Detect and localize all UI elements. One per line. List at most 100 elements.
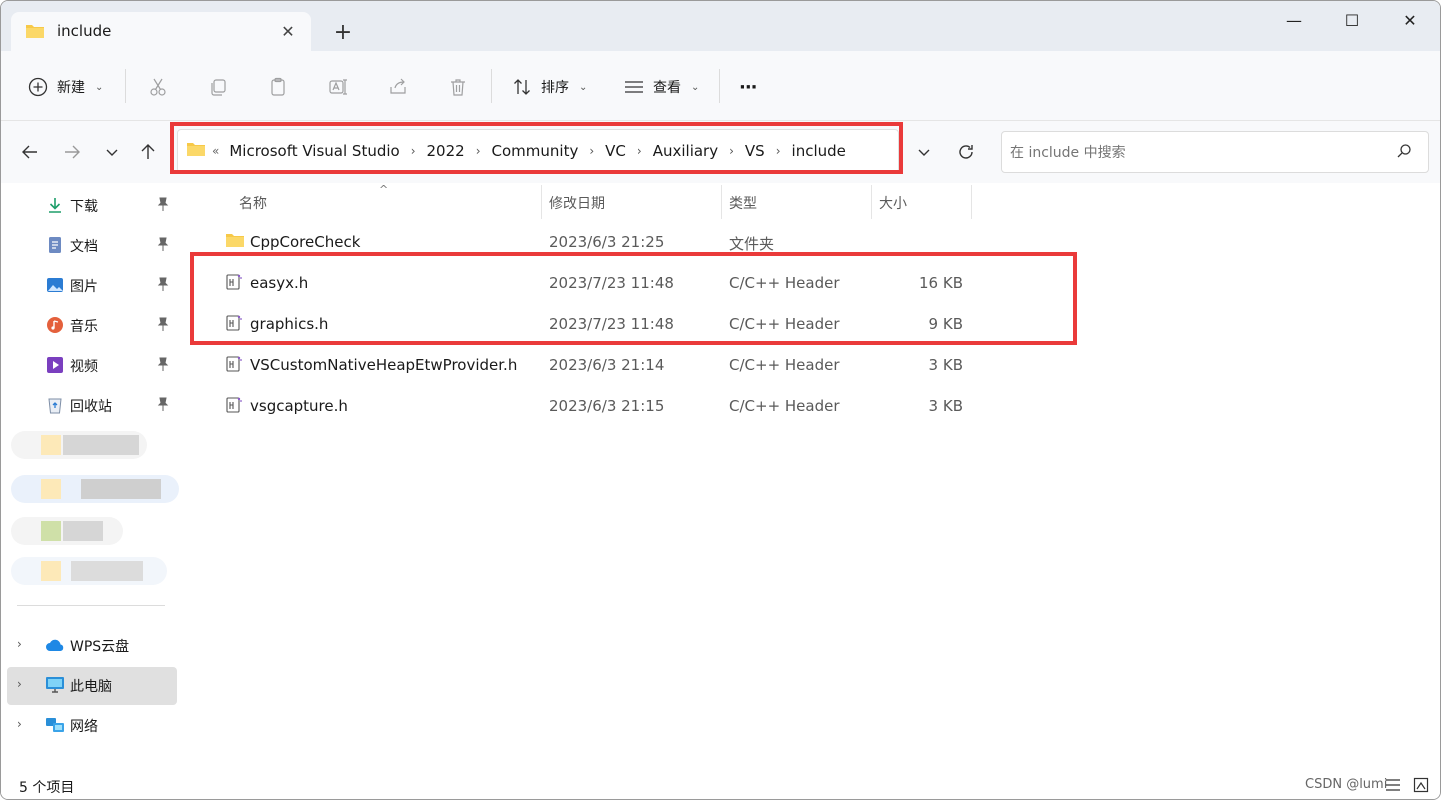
column-resize-handle[interactable] bbox=[971, 185, 972, 219]
chevron-right-icon[interactable]: › bbox=[776, 144, 781, 158]
sidebar-item-videos[interactable]: 视频 bbox=[1, 347, 177, 383]
sidebar-item-label: 视频 bbox=[70, 359, 98, 375]
column-resize-handle[interactable] bbox=[721, 185, 722, 219]
sidebar-item-pictures[interactable]: 图片 bbox=[1, 267, 177, 303]
sidebar-item-downloads[interactable]: 下载 bbox=[1, 187, 177, 223]
pin-icon[interactable] bbox=[157, 277, 169, 295]
details-view-button[interactable] bbox=[1381, 773, 1405, 797]
share-button[interactable] bbox=[387, 73, 409, 101]
breadcrumb-microsoft-visual-studio[interactable]: Microsoft Visual Studio bbox=[229, 142, 399, 160]
sidebar-item-network[interactable]: › 网络 bbox=[1, 707, 177, 743]
watermark-text: CSDN @lumi bbox=[1305, 777, 1388, 792]
breadcrumb-community[interactable]: Community bbox=[492, 142, 579, 160]
minimize-button[interactable]: — bbox=[1271, 5, 1317, 35]
file-date: 2023/7/23 11:48 bbox=[549, 274, 674, 292]
chevron-right-icon[interactable]: › bbox=[476, 144, 481, 158]
file-name: VSCustomNativeHeapEtwProvider.h bbox=[250, 356, 518, 374]
table-row[interactable]: easyx.h 2023/7/23 11:48 C/C++ Header 16 … bbox=[197, 264, 1440, 304]
sort-ascending-icon: ^ bbox=[379, 183, 389, 196]
cut-button[interactable] bbox=[147, 73, 169, 101]
delete-button[interactable] bbox=[447, 73, 469, 101]
address-history-button[interactable] bbox=[911, 139, 937, 165]
sidebar-item-music[interactable]: 音乐 bbox=[1, 307, 177, 343]
sort-button[interactable]: 排序 ⌄ bbox=[511, 73, 587, 101]
sidebar-item-wps-cloud[interactable]: › WPS云盘 bbox=[1, 627, 177, 663]
copy-icon bbox=[207, 76, 229, 98]
breadcrumb-include[interactable]: include bbox=[792, 142, 846, 160]
file-list: ^ 名称 修改日期 类型 大小 CppCoreCheck 2023/6/3 21… bbox=[197, 183, 1440, 771]
more-options-button[interactable]: ··· bbox=[739, 73, 757, 101]
back-button[interactable] bbox=[17, 139, 43, 165]
tab-title: include bbox=[57, 22, 112, 40]
tab-include[interactable]: include ✕ bbox=[11, 12, 311, 51]
address-bar[interactable]: « Microsoft Visual Studio › 2022 › Commu… bbox=[177, 129, 899, 173]
refresh-button[interactable] bbox=[953, 139, 979, 165]
sidebar-item-this-pc[interactable]: › 此电脑 bbox=[7, 667, 177, 705]
new-tab-button[interactable]: + bbox=[331, 21, 355, 45]
sidebar-item-label: 此电脑 bbox=[70, 679, 112, 695]
navigation-pane: 下载 文档 图片 音乐 视频 回收站 › WPS云盘 › 此电脑 › 网络 bbox=[1, 183, 197, 771]
file-size: 3 KB bbox=[928, 356, 963, 374]
music-icon bbox=[45, 315, 65, 335]
column-header-date[interactable]: 修改日期 bbox=[549, 193, 605, 213]
chevron-right-icon[interactable]: › bbox=[729, 144, 734, 158]
pin-icon[interactable] bbox=[157, 197, 169, 215]
column-resize-handle[interactable] bbox=[541, 185, 542, 219]
header-file-icon bbox=[225, 396, 243, 418]
share-icon bbox=[387, 76, 409, 98]
column-header-size[interactable]: 大小 bbox=[879, 193, 907, 213]
view-lines-icon bbox=[623, 76, 645, 98]
scissors-icon bbox=[147, 76, 169, 98]
search-box[interactable] bbox=[1001, 131, 1429, 173]
table-row[interactable]: CppCoreCheck 2023/6/3 21:25 文件夹 bbox=[197, 223, 1440, 263]
title-bar: include ✕ + — ☐ ✕ bbox=[1, 1, 1440, 51]
pin-icon[interactable] bbox=[157, 397, 169, 415]
file-date: 2023/7/23 11:48 bbox=[549, 315, 674, 333]
pin-icon[interactable] bbox=[157, 237, 169, 255]
close-window-button[interactable]: ✕ bbox=[1387, 5, 1433, 35]
folder-icon bbox=[225, 232, 245, 252]
chevron-right-icon[interactable]: › bbox=[17, 637, 22, 651]
command-bar: 新建 ⌄ 排序 ⌄ 查看 ⌄ ··· bbox=[1, 51, 1440, 121]
sidebar-item-recycle-bin[interactable]: 回收站 bbox=[1, 387, 177, 423]
forward-button[interactable] bbox=[59, 139, 85, 165]
chevron-right-icon[interactable]: › bbox=[411, 144, 416, 158]
recent-locations-button[interactable] bbox=[99, 139, 125, 165]
up-button[interactable] bbox=[135, 139, 161, 165]
chevron-right-icon[interactable]: › bbox=[589, 144, 594, 158]
column-header-name[interactable]: 名称 bbox=[239, 193, 267, 213]
breadcrumb-vs[interactable]: VS bbox=[745, 142, 765, 160]
table-row[interactable]: vsgcapture.h 2023/6/3 21:15 C/C++ Header… bbox=[197, 387, 1440, 427]
maximize-button[interactable]: ☐ bbox=[1329, 5, 1375, 35]
breadcrumb-auxiliary[interactable]: Auxiliary bbox=[653, 142, 718, 160]
rename-button[interactable] bbox=[327, 73, 349, 101]
tiles-view-icon bbox=[1413, 777, 1429, 793]
breadcrumb-2022[interactable]: 2022 bbox=[427, 142, 465, 160]
chevron-right-icon[interactable]: › bbox=[637, 144, 642, 158]
close-tab-icon[interactable]: ✕ bbox=[277, 20, 299, 42]
redacted-item bbox=[11, 517, 123, 545]
pin-icon[interactable] bbox=[157, 357, 169, 375]
view-button[interactable]: 查看 ⌄ bbox=[623, 73, 699, 101]
chevron-right-icon[interactable]: › bbox=[17, 717, 22, 731]
chevron-down-icon: ⌄ bbox=[95, 81, 104, 93]
chevron-right-icon[interactable]: › bbox=[17, 677, 22, 691]
search-icon[interactable] bbox=[1396, 143, 1412, 163]
collapsed-path-button[interactable]: « bbox=[212, 144, 219, 158]
column-resize-handle[interactable] bbox=[871, 185, 872, 219]
pin-icon[interactable] bbox=[157, 317, 169, 335]
table-row[interactable]: VSCustomNativeHeapEtwProvider.h 2023/6/3… bbox=[197, 346, 1440, 386]
tiles-view-button[interactable] bbox=[1409, 773, 1433, 797]
header-file-icon bbox=[225, 273, 243, 295]
sidebar-item-documents[interactable]: 文档 bbox=[1, 227, 177, 263]
new-button[interactable]: 新建 ⌄ bbox=[27, 73, 103, 101]
download-icon bbox=[45, 195, 65, 215]
search-input[interactable] bbox=[1010, 142, 1380, 164]
table-row[interactable]: graphics.h 2023/7/23 11:48 C/C++ Header … bbox=[197, 305, 1440, 345]
copy-button[interactable] bbox=[207, 73, 229, 101]
file-type: C/C++ Header bbox=[729, 356, 840, 374]
breadcrumb-vc[interactable]: VC bbox=[605, 142, 626, 160]
paste-button[interactable] bbox=[267, 73, 289, 101]
new-button-label: 新建 bbox=[57, 80, 85, 96]
column-header-type[interactable]: 类型 bbox=[729, 193, 757, 213]
